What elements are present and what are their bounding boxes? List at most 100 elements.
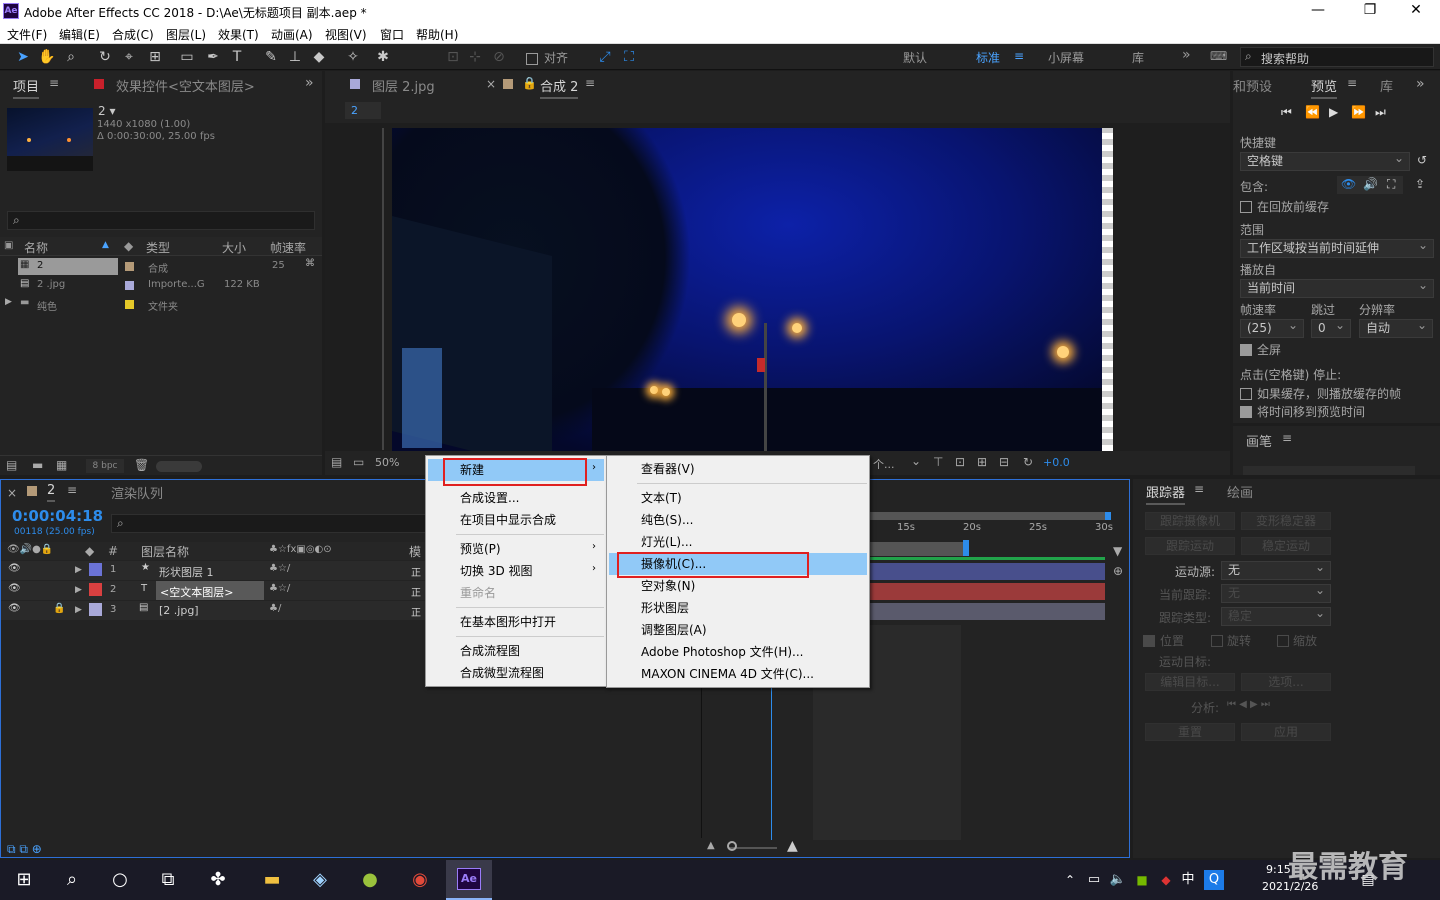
submenu-item-camera[interactable]: 摄像机(C)... bbox=[607, 554, 869, 574]
comp-flow-chip[interactable]: 2 bbox=[345, 102, 381, 119]
clone-stamp-tool-icon[interactable]: ⊥ bbox=[286, 48, 304, 66]
snap-checkbox[interactable] bbox=[526, 51, 538, 65]
bpc-button[interactable]: 8 bpc bbox=[86, 459, 124, 473]
grid-icon[interactable]: ⊤ bbox=[933, 455, 943, 469]
project-row[interactable]: ▤ 2 .jpg Importe...G 122 KB bbox=[0, 276, 322, 295]
menu-item-comp-settings[interactable]: 合成设置... bbox=[426, 488, 606, 508]
maximize-button[interactable]: ❐ bbox=[1360, 2, 1380, 20]
text-tool-icon[interactable]: T bbox=[228, 48, 246, 66]
volume-icon[interactable]: 🔈 bbox=[1106, 868, 1130, 892]
resolution-dropdown[interactable]: 自动 bbox=[1359, 317, 1433, 338]
expand-arrow-icon[interactable]: ▶ bbox=[75, 605, 82, 615]
security-icon[interactable]: ◆ bbox=[1154, 868, 1178, 892]
interpret-footage-icon[interactable]: ▤ bbox=[6, 458, 17, 472]
layer-search-input[interactable]: ⌕ bbox=[111, 514, 427, 533]
rotate-tool-icon[interactable]: ↻ bbox=[96, 48, 114, 66]
submenu-item-text[interactable]: 文本(T) bbox=[607, 488, 869, 508]
hand-tool-icon[interactable]: ✋ bbox=[38, 48, 56, 66]
minimize-button[interactable]: — bbox=[1308, 2, 1328, 20]
tab-timeline-comp[interactable]: 2 bbox=[47, 483, 56, 502]
visibility-eye-icon[interactable]: 👁 bbox=[8, 563, 21, 574]
reset-icon[interactable]: ↺ bbox=[1417, 153, 1427, 167]
work-area-end[interactable] bbox=[1105, 512, 1111, 520]
submenu-item-solid[interactable]: 纯色(S)... bbox=[607, 510, 869, 530]
roto-brush-tool-icon[interactable]: ✧ bbox=[344, 48, 362, 66]
new-comp-icon[interactable]: ▦ bbox=[56, 458, 67, 472]
menu-item-new[interactable]: 新建 bbox=[426, 460, 606, 480]
tab-layer[interactable]: 图层 2.jpg bbox=[372, 76, 435, 95]
chrome-icon[interactable]: ◉ bbox=[408, 868, 432, 892]
shortcut-dropdown[interactable]: 空格键 bbox=[1240, 150, 1410, 171]
camera-tool-icon[interactable]: ⌖ bbox=[120, 48, 138, 66]
clock-time[interactable]: 9:15 bbox=[1266, 863, 1291, 876]
col-size[interactable]: 大小 bbox=[222, 239, 246, 256]
warp-stabilizer-button[interactable]: 变形稳定器 bbox=[1241, 512, 1331, 530]
channel-icon[interactable]: ⊟ bbox=[999, 455, 1009, 469]
work-area-bar[interactable] bbox=[869, 512, 1109, 520]
flowchart-icon[interactable]: ⌘ bbox=[305, 258, 315, 269]
visibility-eye-icon[interactable]: 👁 bbox=[8, 583, 21, 594]
ime-indicator[interactable]: 中 bbox=[1176, 868, 1200, 892]
menu-help[interactable]: 帮助(H) bbox=[416, 26, 458, 43]
layer-switches[interactable]: ♣☆/ bbox=[269, 563, 290, 574]
tracker-menu-icon[interactable]: ≡ bbox=[1194, 482, 1204, 496]
brush-menu-icon[interactable]: ≡ bbox=[1282, 431, 1292, 445]
zoom-out-icon[interactable]: ▲ bbox=[707, 840, 715, 851]
submenu-item-null-object[interactable]: 空对象(N) bbox=[607, 576, 869, 596]
lock-icon[interactable]: 🔒 bbox=[522, 76, 537, 90]
brush-tool-icon[interactable]: ✎ bbox=[262, 48, 280, 66]
world-axis-icon[interactable]: ⊹ bbox=[466, 48, 484, 66]
last-frame-icon[interactable]: ⏭ bbox=[1375, 105, 1386, 120]
menu-animation[interactable]: 动画(A) bbox=[271, 26, 313, 43]
view-dropdown[interactable]: 个... bbox=[873, 456, 895, 472]
layer-mode[interactable]: 正 bbox=[411, 604, 421, 619]
comp-marker-icon[interactable]: ▼ bbox=[1113, 544, 1122, 558]
task-view-icon[interactable]: ⧉ bbox=[156, 868, 180, 892]
eraser-tool-icon[interactable]: ◆ bbox=[310, 48, 328, 66]
rectangle-tool-icon[interactable]: ▭ bbox=[178, 48, 196, 66]
trash-icon[interactable]: 🗑 bbox=[134, 458, 149, 472]
menu-item-comp-flowchart[interactable]: 合成流程图 bbox=[426, 641, 606, 661]
snap-feature-icon[interactable]: ⤢ bbox=[596, 48, 614, 66]
project-menu-icon[interactable]: ≡ bbox=[49, 76, 59, 90]
tab-effects-presets[interactable]: 和预设 bbox=[1233, 76, 1272, 95]
zoom-in-icon[interactable]: ▲ bbox=[787, 838, 798, 854]
tab-tracker[interactable]: 跟踪器 bbox=[1146, 482, 1186, 505]
layer-switches[interactable]: ♣☆/ bbox=[269, 583, 290, 594]
col-type[interactable]: 类型 bbox=[146, 239, 170, 256]
cortana-icon[interactable]: ○ bbox=[108, 868, 132, 892]
close-tab-icon[interactable]: × bbox=[7, 486, 17, 500]
layer-bar-text[interactable] bbox=[869, 583, 1105, 600]
menu-item-open-essential-graphics[interactable]: 在基本图形中打开 bbox=[426, 612, 606, 632]
layer-mode[interactable]: 正 bbox=[411, 564, 421, 579]
menu-file[interactable]: 文件(F) bbox=[7, 26, 47, 43]
panel-overflow-icon[interactable]: » bbox=[305, 75, 314, 91]
track-camera-button[interactable]: 跟踪摄像机 bbox=[1145, 512, 1235, 530]
tab-project[interactable]: 项目 bbox=[13, 76, 40, 99]
chevron-down-icon[interactable]: ⌄ bbox=[911, 454, 921, 468]
selection-tool-icon[interactable]: ➤ bbox=[14, 48, 32, 66]
reset-exposure-icon[interactable]: ↻ bbox=[1023, 455, 1033, 469]
menu-effect[interactable]: 效果(T) bbox=[218, 26, 259, 43]
help-search-box[interactable]: ⌕ 搜索帮助 bbox=[1240, 47, 1434, 67]
submenu-item-light[interactable]: 灯光(L)... bbox=[607, 532, 869, 552]
close-button[interactable]: ✕ bbox=[1406, 2, 1426, 20]
project-search-input[interactable]: ⌕ bbox=[7, 211, 315, 230]
zoom-slider-knob[interactable] bbox=[727, 841, 737, 851]
tab-preview[interactable]: 预览 bbox=[1311, 76, 1338, 99]
workspace-default[interactable]: 默认 bbox=[903, 49, 927, 66]
workspace-standard[interactable]: 标准 bbox=[976, 49, 1000, 66]
new-folder-icon[interactable]: ▬ bbox=[32, 458, 43, 472]
submenu-item-shape-layer[interactable]: 形状图层 bbox=[607, 598, 869, 618]
rotation-checkbox[interactable] bbox=[1211, 633, 1223, 647]
tab-render-queue[interactable]: 渲染队列 bbox=[111, 483, 163, 502]
scale-checkbox[interactable] bbox=[1277, 633, 1289, 647]
thumbnail-slider[interactable] bbox=[156, 461, 202, 472]
workspace-libraries[interactable]: 库 bbox=[1132, 49, 1144, 66]
viewer-menu-icon[interactable]: ≡ bbox=[585, 76, 595, 90]
play-from-dropdown[interactable]: 当前时间 bbox=[1240, 277, 1434, 298]
reset-button[interactable]: 重置 bbox=[1145, 723, 1235, 741]
help-search-input[interactable]: 搜索帮助 bbox=[1261, 50, 1309, 67]
pen-tool-icon[interactable]: ✒ bbox=[204, 48, 222, 66]
position-checkbox[interactable] bbox=[1143, 633, 1155, 647]
